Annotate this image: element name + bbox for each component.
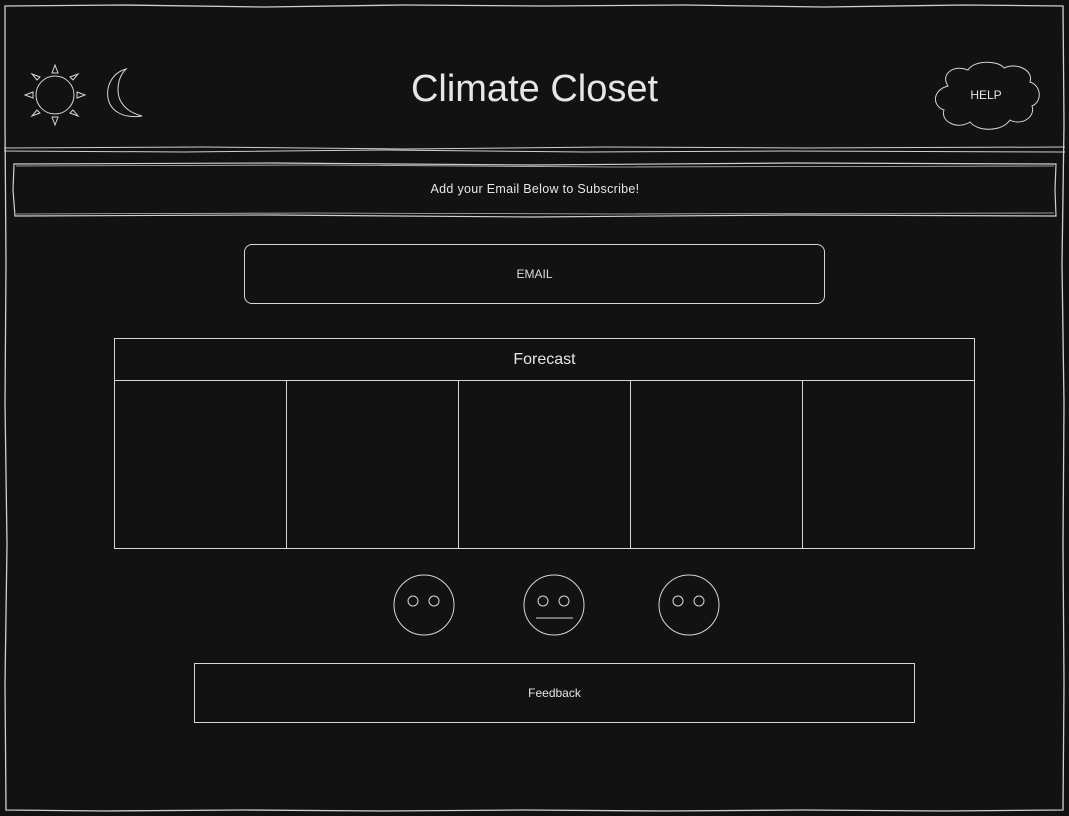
forecast-day-cell [803, 381, 974, 548]
feedback-button[interactable]: Feedback [194, 663, 915, 723]
forecast-days [115, 381, 974, 548]
page-title: Climate Closet [410, 68, 659, 110]
forecast-title: Forecast [115, 339, 974, 381]
forecast-day-cell [459, 381, 631, 548]
header-divider [4, 146, 1065, 153]
forecast-table: Forecast [114, 338, 975, 549]
neutral-face-icon[interactable] [523, 574, 585, 636]
blank-face-icon[interactable] [658, 574, 720, 636]
forecast-day-cell [287, 381, 459, 548]
blank-face-icon[interactable] [393, 574, 455, 636]
forecast-day-cell [115, 381, 287, 548]
help-button[interactable]: HELP [928, 60, 1044, 130]
email-input[interactable] [244, 244, 825, 304]
forecast-day-cell [631, 381, 803, 548]
subscribe-banner: Add your Email Below to Subscribe! [430, 182, 640, 196]
